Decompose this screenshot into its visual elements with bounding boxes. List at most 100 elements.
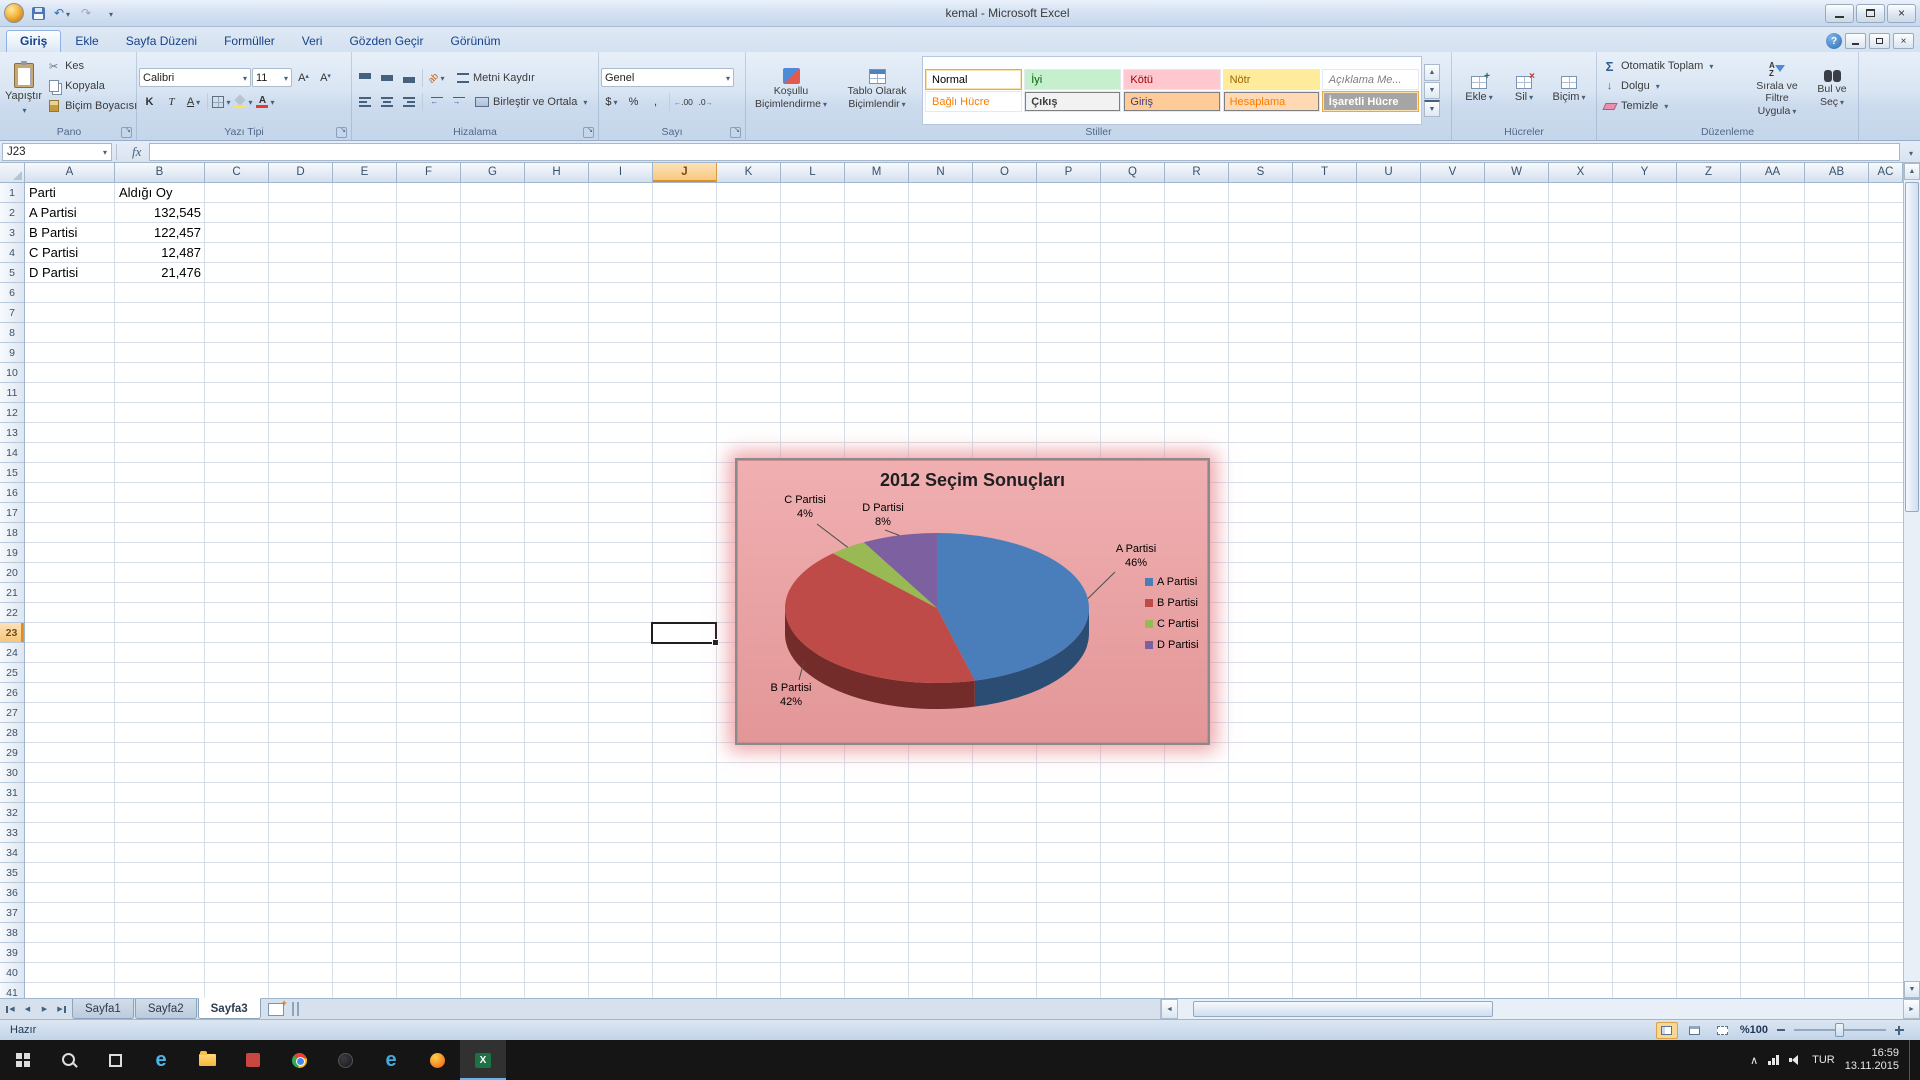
currency-format-button[interactable]: $ (601, 92, 622, 112)
cell-B1[interactable]: Aldığı Oy (115, 183, 205, 203)
cell-B5[interactable]: 21,476 (115, 263, 205, 283)
merge-center-button[interactable]: Birleştir ve Ortala (472, 92, 590, 112)
qat-customize-button[interactable] (100, 4, 120, 22)
row-header-26[interactable]: 26 (0, 683, 24, 703)
workbook-restore-button[interactable] (1869, 33, 1890, 49)
firefox-button[interactable] (414, 1040, 460, 1080)
font-color-button[interactable] (255, 92, 276, 112)
cell-style-0[interactable]: Normal (925, 69, 1022, 90)
row-header-18[interactable]: 18 (0, 523, 24, 543)
column-header-AC[interactable]: AC (1869, 163, 1903, 182)
column-header-AA[interactable]: AA (1741, 163, 1805, 182)
previous-sheet-button[interactable]: ◀ (20, 1002, 35, 1017)
font-family-select[interactable]: Calibri (139, 68, 251, 87)
show-desktop-button[interactable] (1909, 1040, 1914, 1080)
cell-B4[interactable]: 12,487 (115, 243, 205, 263)
insert-cells-button[interactable]: Ekle (1457, 54, 1502, 125)
fill-color-button[interactable] (233, 92, 254, 112)
close-button[interactable]: × (1887, 4, 1916, 23)
legend-item-B Partisi[interactable]: B Partisi (1145, 597, 1199, 609)
row-header-32[interactable]: 32 (0, 803, 24, 823)
grow-font-button[interactable]: A (293, 68, 314, 88)
increase-decimal-button[interactable]: .00 (673, 92, 694, 112)
align-middle-button[interactable] (376, 68, 397, 88)
internet-explorer-button[interactable]: e (368, 1040, 414, 1080)
row-header-3[interactable]: 3 (0, 223, 24, 243)
help-button[interactable]: ? (1826, 33, 1842, 49)
save-button[interactable] (28, 4, 48, 22)
row-header-21[interactable]: 21 (0, 583, 24, 603)
vertical-scrollbar[interactable]: ▲ ▼ (1903, 163, 1920, 998)
row-header-12[interactable]: 12 (0, 403, 24, 423)
row-header-2[interactable]: 2 (0, 203, 24, 223)
last-sheet-button[interactable]: ▶ (54, 1002, 69, 1017)
align-right-button[interactable] (398, 92, 419, 112)
row-header-37[interactable]: 37 (0, 903, 24, 923)
language-indicator[interactable]: TUR (1812, 1054, 1835, 1066)
column-header-A[interactable]: A (25, 163, 115, 182)
cut-button[interactable]: ✂ Kes (43, 56, 140, 76)
row-header-11[interactable]: 11 (0, 383, 24, 403)
start-button[interactable] (0, 1040, 46, 1080)
column-header-L[interactable]: L (781, 163, 845, 182)
cell-B2[interactable]: 132,545 (115, 203, 205, 223)
font-dialog-launcher[interactable] (336, 127, 347, 138)
sheet-tab-sayfa3[interactable]: Sayfa3 (198, 998, 261, 1019)
zoom-out-button[interactable] (1774, 1023, 1788, 1037)
row-header-7[interactable]: 7 (0, 303, 24, 323)
column-header-Y[interactable]: Y (1613, 163, 1677, 182)
zoom-level[interactable]: %100 (1740, 1024, 1768, 1036)
cell-A2[interactable]: A Partisi (25, 203, 115, 223)
legend-item-A Partisi[interactable]: A Partisi (1145, 576, 1199, 588)
app-button[interactable] (322, 1040, 368, 1080)
column-header-U[interactable]: U (1357, 163, 1421, 182)
column-header-H[interactable]: H (525, 163, 589, 182)
column-header-C[interactable]: C (205, 163, 269, 182)
row-header-10[interactable]: 10 (0, 363, 24, 383)
excel-button[interactable]: X (460, 1040, 506, 1080)
maximize-button[interactable] (1856, 4, 1885, 23)
sheet-tab-sayfa1[interactable]: Sayfa1 (72, 999, 134, 1019)
cell-style-1[interactable]: İyi (1024, 69, 1121, 90)
row-header-36[interactable]: 36 (0, 883, 24, 903)
row-header-28[interactable]: 28 (0, 723, 24, 743)
gallery-up-button[interactable]: ▲ (1424, 64, 1440, 81)
comma-format-button[interactable]: , (645, 92, 666, 112)
number-format-select[interactable]: Genel (601, 68, 734, 87)
column-header-V[interactable]: V (1421, 163, 1485, 182)
find-select-button[interactable]: Bul ve Seç (1808, 54, 1856, 125)
formula-bar-expand-button[interactable] (1902, 143, 1918, 161)
column-header-B[interactable]: B (115, 163, 205, 182)
undo-button[interactable]: ↶ (52, 4, 72, 22)
chart[interactable]: 2012 Seçim Sonuçları A Partisi46%B Parti… (735, 458, 1210, 745)
conditional-formatting-button[interactable]: Koşullu Biçimlendirme (748, 54, 834, 125)
vertical-scroll-thumb[interactable] (1905, 182, 1919, 512)
gallery-down-button[interactable]: ▼ (1424, 82, 1440, 99)
column-header-G[interactable]: G (461, 163, 525, 182)
row-header-24[interactable]: 24 (0, 643, 24, 663)
view-page-break-button[interactable] (1712, 1022, 1734, 1039)
decrease-decimal-button[interactable]: .0 (695, 92, 716, 112)
sort-filter-button[interactable]: Sırala ve Filtre Uygula (1746, 54, 1808, 125)
row-header-23[interactable]: 23 (0, 623, 24, 643)
ribbon-tab-görünüm[interactable]: Görünüm (437, 31, 513, 52)
cell-style-2[interactable]: Kötü (1123, 69, 1220, 90)
font-size-select[interactable]: 11 (252, 68, 292, 87)
row-header-1[interactable]: 1 (0, 183, 24, 203)
ribbon-tab-ekle[interactable]: Ekle (62, 31, 111, 52)
column-header-K[interactable]: K (717, 163, 781, 182)
orientation-button[interactable]: ab (426, 68, 447, 88)
format-painter-button[interactable]: Biçim Boyacısı (43, 96, 140, 116)
row-header-34[interactable]: 34 (0, 843, 24, 863)
cell-style-3[interactable]: Nötr (1223, 69, 1320, 90)
row-header-8[interactable]: 8 (0, 323, 24, 343)
task-view-button[interactable] (92, 1040, 138, 1080)
cell-A4[interactable]: C Partisi (25, 243, 115, 263)
align-top-button[interactable] (354, 68, 375, 88)
row-header-13[interactable]: 13 (0, 423, 24, 443)
paste-button[interactable]: Yapıştır (4, 54, 43, 125)
column-header-D[interactable]: D (269, 163, 333, 182)
pano-dialog-launcher[interactable] (121, 127, 132, 138)
row-header-16[interactable]: 16 (0, 483, 24, 503)
horizontal-scroll-thumb[interactable] (1193, 1001, 1493, 1017)
